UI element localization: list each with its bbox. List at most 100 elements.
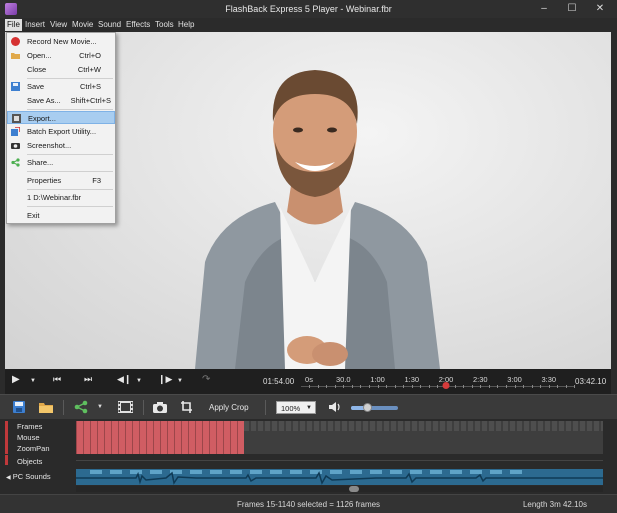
ruler-label: 0s — [305, 375, 313, 384]
menu-export[interactable]: Export... — [7, 111, 115, 124]
menu-item-label: Record New Movie... — [27, 37, 97, 46]
menu-item-label: Exit — [27, 211, 40, 220]
step-forward-icon[interactable]: ❙▶ — [158, 374, 172, 385]
ruler-label: 2:30 — [472, 375, 488, 384]
menu-item-label: 1 D:\Webinar.fbr — [27, 193, 82, 202]
zoom-select[interactable]: 100% ▼ — [276, 401, 316, 414]
menu-help[interactable]: Help — [178, 20, 194, 29]
redo-icon[interactable]: ↷ — [202, 374, 210, 385]
ruler-label: 3:00 — [507, 375, 522, 384]
close-button[interactable]: ✕ — [588, 2, 612, 16]
menu-separator — [27, 78, 113, 79]
menu-open[interactable]: Open... Ctrl+O — [7, 49, 115, 62]
skip-to-end-icon[interactable]: ⏭ — [84, 374, 92, 385]
menu-item-shortcut: Shift+Ctrl+S — [70, 96, 111, 105]
apply-crop-button[interactable]: Apply Crop — [209, 403, 249, 412]
menu-file[interactable]: File — [5, 19, 22, 31]
objects-track[interactable] — [76, 460, 603, 461]
menu-item-label: Export... — [28, 114, 56, 123]
maximize-button[interactable]: ☐ — [560, 2, 584, 16]
menu-item-label: Save — [27, 82, 45, 91]
camera-icon[interactable] — [152, 400, 168, 414]
step-back-icon[interactable]: ◀❙ — [117, 374, 131, 385]
timeline-scrollbar[interactable] — [76, 486, 603, 492]
share-icon — [11, 158, 20, 167]
ruler-label: 3:30 — [541, 375, 557, 384]
ruler-tick — [403, 385, 405, 388]
play-icon[interactable]: ▶ — [12, 374, 20, 385]
share-dropdown-icon[interactable]: ▼ — [97, 404, 103, 418]
volume-knob[interactable] — [363, 403, 373, 412]
save-icon — [11, 82, 20, 91]
ruler-tick — [351, 385, 353, 388]
zoom-value: 100% — [281, 404, 301, 413]
menu-batch-export[interactable]: Batch Export Utility... — [7, 125, 115, 138]
menu-effects[interactable]: Effects — [126, 20, 150, 29]
volume-icon[interactable] — [328, 400, 342, 414]
frames-selection[interactable] — [76, 421, 244, 454]
share-icon[interactable] — [74, 400, 88, 414]
menu-tools[interactable]: Tools — [155, 20, 174, 29]
menu-item-label: Save As... — [27, 96, 61, 105]
track-label-mouse: Mouse — [17, 433, 40, 442]
pc-sounds-track[interactable] — [76, 469, 603, 485]
menu-item-label: Properties — [27, 176, 62, 185]
menu-exit[interactable]: Exit — [7, 209, 115, 222]
menu-save-as[interactable]: Save As... Shift+Ctrl+S — [7, 94, 115, 107]
step-back-dropdown-icon[interactable]: ▼ — [136, 378, 142, 384]
play-dropdown-icon[interactable]: ▼ — [30, 378, 36, 384]
menu-item-label: Open... — [27, 51, 52, 60]
scrollbar-thumb[interactable] — [349, 486, 359, 492]
menu-recent-file[interactable]: 1 D:\Webinar.fbr — [7, 191, 115, 204]
menu-view[interactable]: View — [50, 20, 67, 29]
menu-movie[interactable]: Movie — [72, 20, 93, 29]
menu-item-label: Close — [27, 65, 47, 74]
ruler-tick — [411, 385, 413, 388]
menu-properties[interactable]: Properties F3 — [7, 174, 115, 187]
frames-track[interactable] — [76, 421, 603, 454]
current-time: 01:54.00 — [263, 377, 295, 386]
menu-insert[interactable]: Insert — [25, 20, 45, 29]
ruler-tick — [368, 385, 370, 388]
title-bar: FlashBack Express 5 Player - Webinar.fbr… — [0, 0, 617, 18]
menu-item-shortcut: Ctrl+S — [79, 82, 101, 91]
save-icon[interactable] — [12, 400, 26, 414]
step-forward-dropdown-icon[interactable]: ▼ — [177, 378, 183, 384]
ruler-tick — [428, 385, 430, 388]
ruler-tick — [309, 385, 310, 388]
ruler-tick — [531, 385, 533, 388]
playhead[interactable] — [442, 382, 450, 389]
ruler-tick — [420, 385, 422, 388]
menu-sound[interactable]: Sound — [98, 20, 121, 29]
menu-close[interactable]: Close Ctrl+W — [7, 63, 115, 76]
ruler-tick — [548, 385, 550, 388]
track-label-pc-sounds[interactable]: ◀ PC Sounds — [6, 472, 51, 481]
crop-icon[interactable] — [180, 400, 193, 414]
skip-to-start-icon[interactable]: ⏮ — [53, 374, 61, 385]
ruler-tick — [454, 385, 456, 388]
frames-unselected[interactable] — [244, 421, 603, 431]
track-label-objects: Objects — [17, 457, 43, 466]
tracks-marker — [5, 421, 8, 454]
menu-share[interactable]: Share... — [7, 156, 115, 169]
ruler-label: 1:30 — [404, 375, 420, 384]
track-label-zoompan: ZoomPan — [17, 444, 50, 453]
ruler-tick — [565, 385, 567, 388]
menu-save[interactable]: Save Ctrl+S — [7, 80, 115, 93]
ruler-tick — [505, 385, 507, 388]
timeline-tracks: Frames Mouse ZoomPan Objects ◀ PC Sounds — [0, 419, 617, 494]
ruler-tick — [514, 385, 516, 388]
ruler-tick — [557, 385, 559, 388]
export-movie-icon[interactable] — [117, 400, 134, 414]
ruler-tick — [488, 385, 490, 388]
menu-screenshot[interactable]: Screenshot... — [7, 139, 115, 152]
menu-record-new-movie[interactable]: Record New Movie... — [7, 35, 115, 48]
volume-slider[interactable] — [351, 403, 398, 412]
ruler-tick — [326, 385, 328, 388]
open-folder-icon[interactable] — [38, 400, 54, 414]
total-time: 03:42.10 — [575, 377, 607, 386]
timeline-ruler[interactable]: 0s 30.0 1:00 1:30 2:00 2:30 3:00 3:30 — [301, 373, 576, 391]
minimize-button[interactable]: – — [532, 2, 556, 16]
menu-item-shortcut: Ctrl+W — [77, 65, 101, 74]
toolbar-separator — [63, 400, 64, 415]
